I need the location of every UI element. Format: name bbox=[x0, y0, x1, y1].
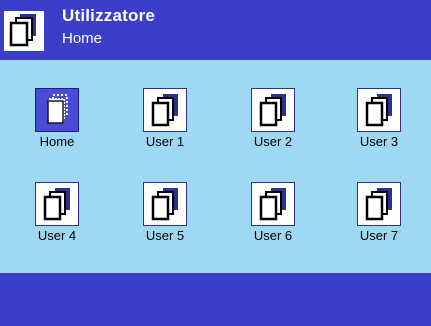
user-profile-icon bbox=[143, 182, 187, 226]
user-profile-icon bbox=[357, 182, 401, 226]
tile-label: User 7 bbox=[359, 228, 399, 243]
tile-user-3[interactable]: User 3 bbox=[334, 76, 424, 156]
tile-label: User 1 bbox=[145, 134, 185, 149]
page-subtitle: Home bbox=[62, 30, 103, 47]
user-grid: Home User 1 User 2 User 3 User 4 User 5 … bbox=[0, 70, 431, 270]
user-profile-icon bbox=[251, 182, 295, 226]
user-profile-icon bbox=[251, 88, 295, 132]
user-profile-icon bbox=[143, 88, 187, 132]
tile-user-7[interactable]: User 7 bbox=[334, 170, 424, 250]
user-profile-icon bbox=[35, 182, 79, 226]
tile-user-1[interactable]: User 1 bbox=[120, 76, 210, 156]
user-profiles-icon bbox=[4, 11, 44, 51]
user-profile-icon bbox=[35, 88, 79, 132]
header-bar: Utilizzatore Home bbox=[0, 0, 431, 60]
tile-label: User 4 bbox=[37, 228, 77, 243]
user-profile-icon bbox=[357, 88, 401, 132]
tile-label: User 5 bbox=[145, 228, 185, 243]
footer-bar bbox=[0, 273, 431, 326]
tile-user-6[interactable]: User 6 bbox=[228, 170, 318, 250]
tile-label: User 6 bbox=[253, 228, 293, 243]
screen: Utilizzatore Home Home User 1 User 2 Use… bbox=[0, 0, 431, 326]
tile-user-2[interactable]: User 2 bbox=[228, 76, 318, 156]
tile-user-4[interactable]: User 4 bbox=[12, 170, 102, 250]
tile-label: Home bbox=[39, 134, 75, 149]
tile-label: User 3 bbox=[359, 134, 399, 149]
tile-label: User 2 bbox=[253, 134, 293, 149]
tile-home[interactable]: Home bbox=[12, 76, 102, 156]
tile-user-5[interactable]: User 5 bbox=[120, 170, 210, 250]
page-title: Utilizzatore bbox=[62, 6, 156, 25]
